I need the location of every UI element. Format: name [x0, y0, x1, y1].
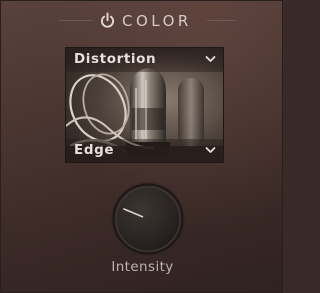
module-header: COLOR [1, 9, 284, 33]
chevron-down-icon [205, 56, 216, 62]
module-title: COLOR [122, 12, 192, 30]
chevron-down-icon [205, 147, 216, 153]
effect-type-dropdown[interactable]: Distortion [66, 48, 223, 72]
effect-type-value: Distortion [74, 51, 157, 67]
power-icon[interactable] [100, 12, 115, 29]
preset-preview: Distortion Edge [65, 47, 224, 163]
header-divider-right [207, 20, 235, 21]
intensity-knob[interactable] [109, 180, 187, 258]
effect-variant-value: Edge [74, 142, 115, 158]
color-module-panel: COLOR Distortion Edge Intensity [0, 0, 283, 293]
effect-variant-dropdown[interactable]: Edge [66, 139, 223, 162]
header-divider-left [59, 20, 93, 21]
intensity-label: Intensity [111, 259, 174, 275]
